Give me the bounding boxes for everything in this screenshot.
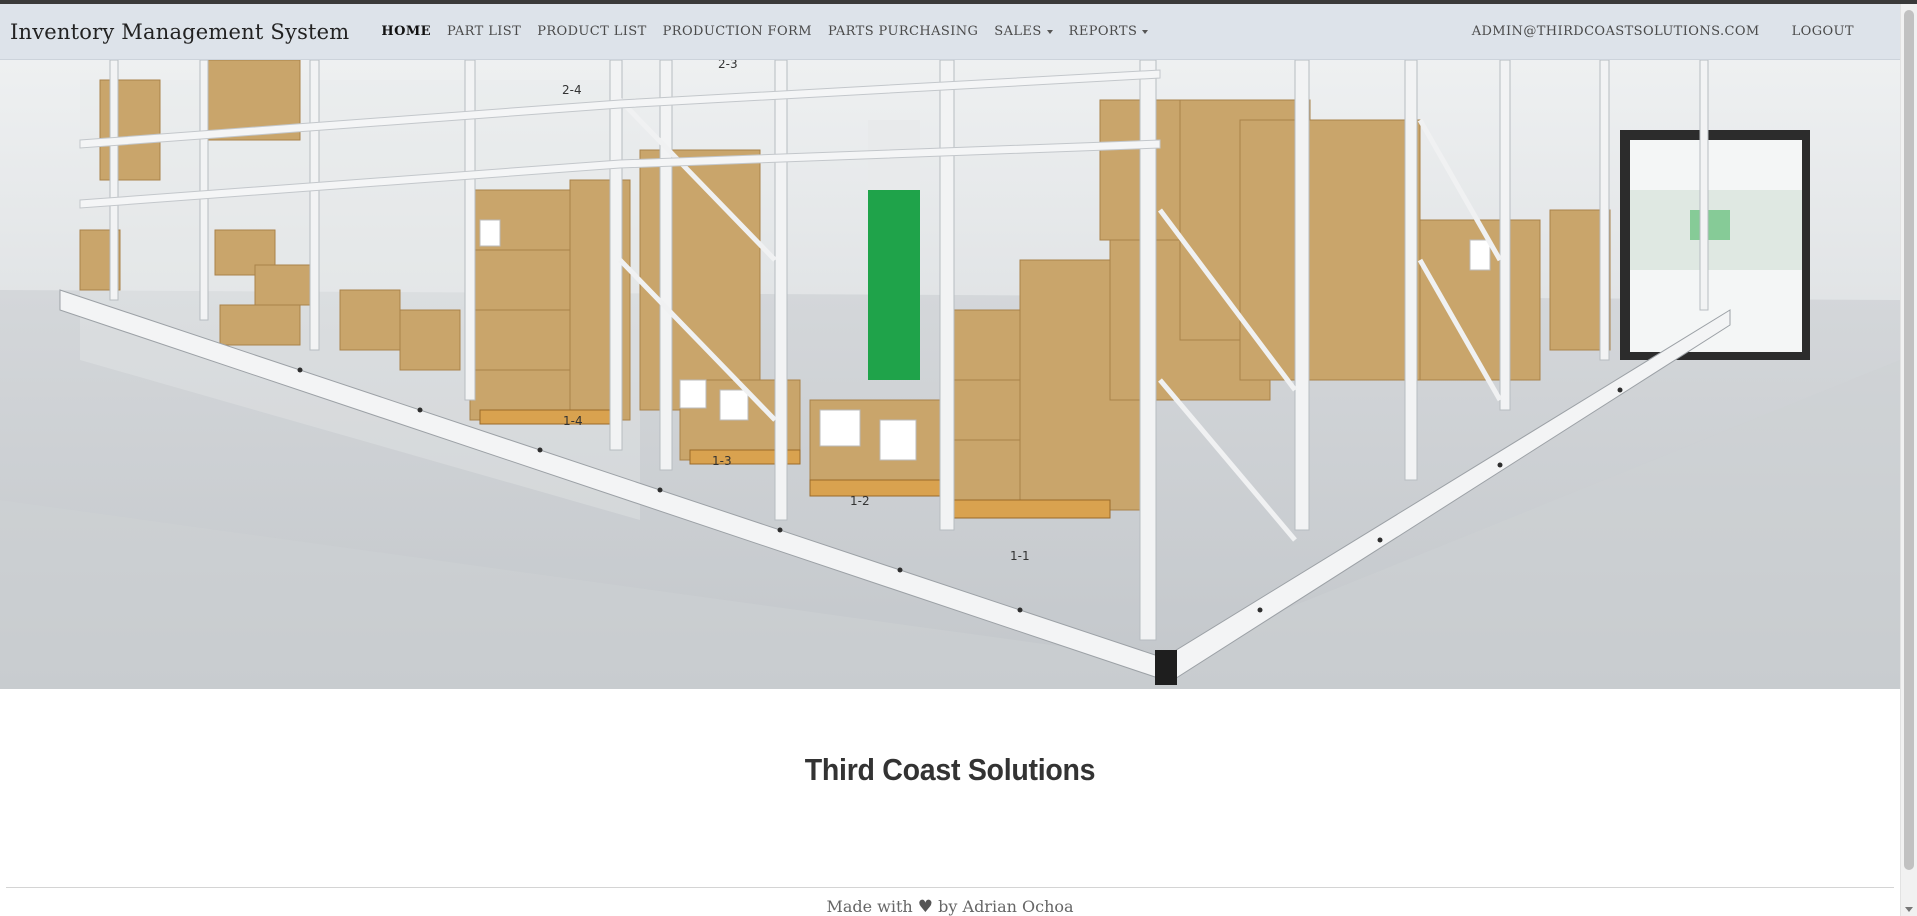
caret-down-icon bbox=[1046, 29, 1053, 34]
logout-link[interactable]: LOGOUT bbox=[1776, 4, 1870, 59]
nav-reports-label: REPORTS bbox=[1068, 24, 1138, 39]
nav-reports-dropdown[interactable]: REPORTS bbox=[1061, 4, 1157, 59]
nav-parts-purchasing[interactable]: PARTS PURCHASING bbox=[820, 4, 986, 59]
rack-label: 1-3 bbox=[712, 454, 732, 468]
heart-icon: ♥ bbox=[917, 897, 934, 916]
footer-author: by Adrian Ochoa bbox=[938, 897, 1074, 916]
hero-warehouse-image: 1-1 1-2 1-3 1-4 2-3 2-4 bbox=[0, 60, 1900, 689]
nav-links: HOME PART LIST PRODUCT LIST PRODUCTION F… bbox=[373, 4, 1156, 59]
rack-label: 2-4 bbox=[562, 83, 582, 97]
footer-credit: Made with ♥ by Adrian Ochoa bbox=[0, 897, 1900, 916]
nav-part-list-label: PART LIST bbox=[446, 24, 522, 39]
nav-home-label: HOME bbox=[381, 24, 431, 39]
vertical-scrollbar[interactable] bbox=[1900, 4, 1917, 916]
nav-parts-purchasing-label: PARTS PURCHASING bbox=[827, 24, 979, 39]
user-email-link[interactable]: ADMIN@THIRDCOASTSOLUTIONS.COM bbox=[1456, 4, 1776, 59]
scrollbar-thumb[interactable] bbox=[1904, 10, 1914, 870]
rack-label: 1-4 bbox=[563, 414, 583, 428]
footer-made-with: Made with bbox=[826, 897, 913, 916]
rack-label: 2-3 bbox=[718, 60, 738, 71]
rack-label: 1-1 bbox=[1010, 549, 1030, 563]
nav-part-list[interactable]: PART LIST bbox=[439, 4, 529, 59]
nav-home[interactable]: HOME bbox=[373, 4, 439, 59]
caret-down-icon bbox=[1142, 29, 1149, 34]
warehouse-illustration: 1-1 1-2 1-3 1-4 2-3 2-4 bbox=[0, 60, 1900, 689]
top-navbar: Inventory Management System HOME PART LI… bbox=[0, 4, 1900, 60]
scroll-down-arrow-icon[interactable] bbox=[1905, 907, 1913, 912]
nav-sales-dropdown[interactable]: SALES bbox=[986, 4, 1060, 59]
nav-user-area: ADMIN@THIRDCOASTSOLUTIONS.COM LOGOUT bbox=[1456, 4, 1900, 59]
footer-divider bbox=[6, 887, 1894, 888]
brand-title[interactable]: Inventory Management System bbox=[0, 20, 373, 44]
nav-sales-label: SALES bbox=[994, 24, 1042, 39]
rack-label: 1-2 bbox=[850, 494, 870, 508]
company-name-heading: Third Coast Solutions bbox=[804, 752, 1096, 787]
nav-production-form[interactable]: PRODUCTION FORM bbox=[655, 4, 820, 59]
nav-product-list-label: PRODUCT LIST bbox=[537, 24, 647, 39]
nav-production-form-label: PRODUCTION FORM bbox=[662, 24, 812, 39]
nav-product-list[interactable]: PRODUCT LIST bbox=[529, 4, 654, 59]
